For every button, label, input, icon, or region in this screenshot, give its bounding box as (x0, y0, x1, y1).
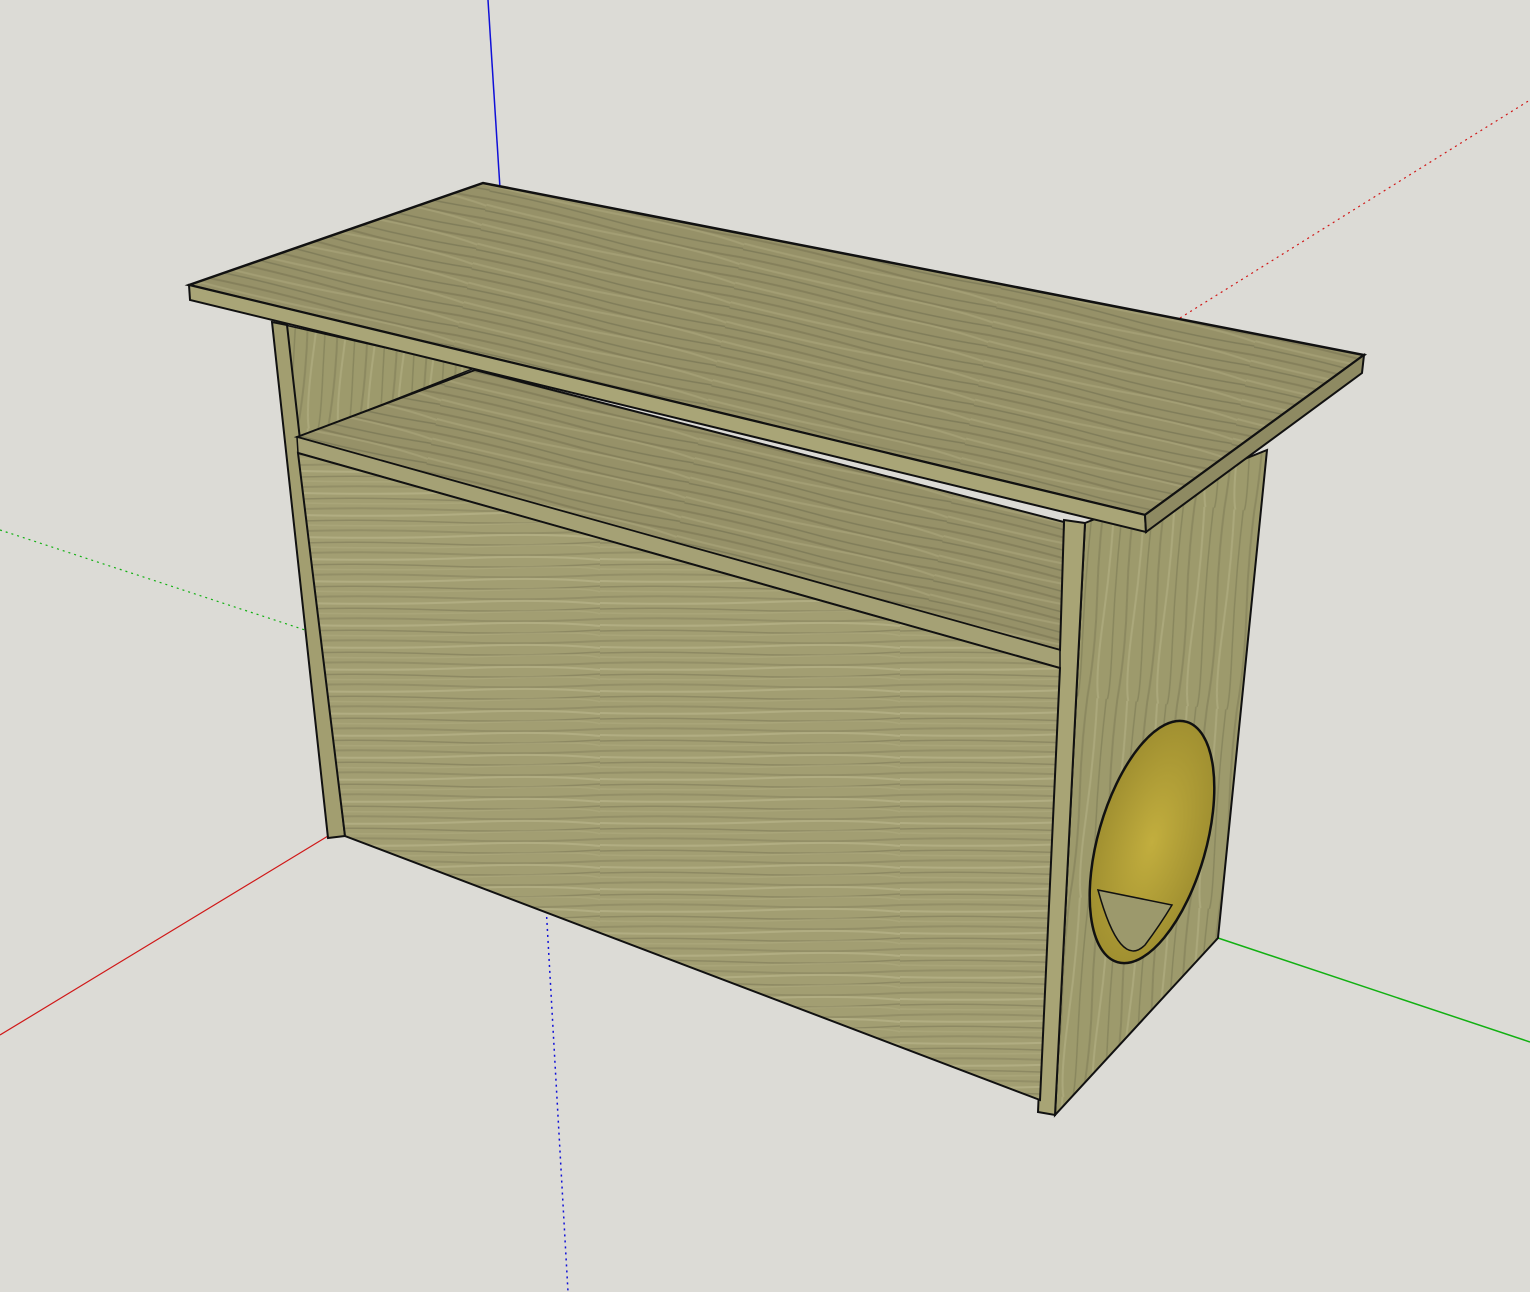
red-axis-dotted (1179, 99, 1530, 319)
green-axis-solid (1217, 937, 1530, 1043)
red-axis-solid (0, 835, 329, 1036)
blue-axis-solid (487, 0, 502, 205)
wooden-cabinet-model[interactable] (184, 181, 1368, 1118)
3d-viewport[interactable] (0, 0, 1530, 1292)
blue-axis-dotted (545, 904, 569, 1292)
green-axis-dotted (0, 529, 306, 631)
